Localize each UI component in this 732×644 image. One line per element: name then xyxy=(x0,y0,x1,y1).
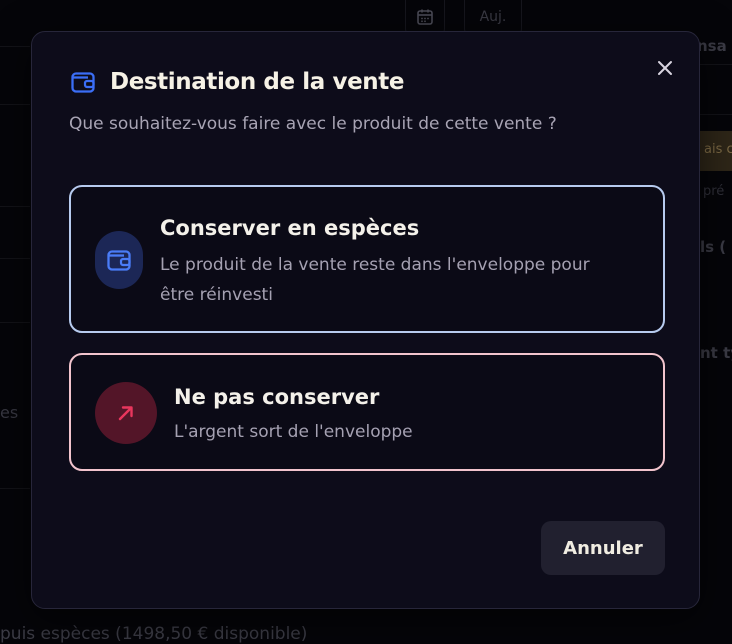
arrow-up-right-icon xyxy=(118,406,133,421)
dialog-title: Destination de la vente xyxy=(110,69,405,95)
background-text: nt ty xyxy=(700,344,732,362)
option-icon-badge xyxy=(95,382,157,444)
calendar-button[interactable] xyxy=(405,0,445,35)
dialog-subtitle: Que souhaitez-vous faire avec le produit… xyxy=(69,114,557,134)
option-title: Conserver en espèces xyxy=(160,216,420,240)
today-button[interactable]: Auj. xyxy=(464,0,522,35)
cancel-button[interactable]: Annuler xyxy=(541,521,665,575)
wallet-icon xyxy=(107,250,131,271)
close-button[interactable] xyxy=(652,55,678,81)
background-text: ls ( xyxy=(700,238,727,256)
option-description: L'argent sort de l'enveloppe xyxy=(174,422,413,442)
divider xyxy=(0,322,30,323)
divider xyxy=(0,46,30,47)
option-title: Ne pas conserver xyxy=(174,385,380,409)
close-icon xyxy=(658,61,672,75)
option-description: Le produit de la vente reste dans l'enve… xyxy=(160,255,590,305)
background-footer-text: puis espèces (1498,50 € disponible) xyxy=(0,624,308,644)
keep-cash-option[interactable]: Conserver en espèces Le produit de la ve… xyxy=(69,185,665,333)
sale-destination-dialog: Destination de la vente Que souhaitez-vo… xyxy=(31,31,700,609)
divider xyxy=(0,104,30,105)
do-not-keep-option[interactable]: Ne pas conserver L'argent sort de l'enve… xyxy=(69,353,665,471)
dialog-header: Destination de la vente xyxy=(70,69,404,95)
divider xyxy=(700,64,732,65)
background-text: nsa xyxy=(697,37,727,55)
background-text: es xyxy=(0,403,19,422)
wallet-icon xyxy=(70,69,96,95)
divider xyxy=(0,488,30,489)
divider xyxy=(0,206,30,207)
divider xyxy=(0,258,30,259)
divider xyxy=(700,114,732,115)
background-text: pré xyxy=(703,184,725,199)
badge-text: ais c xyxy=(704,142,732,157)
calendar-icon xyxy=(417,9,433,25)
option-icon-badge xyxy=(95,231,143,289)
